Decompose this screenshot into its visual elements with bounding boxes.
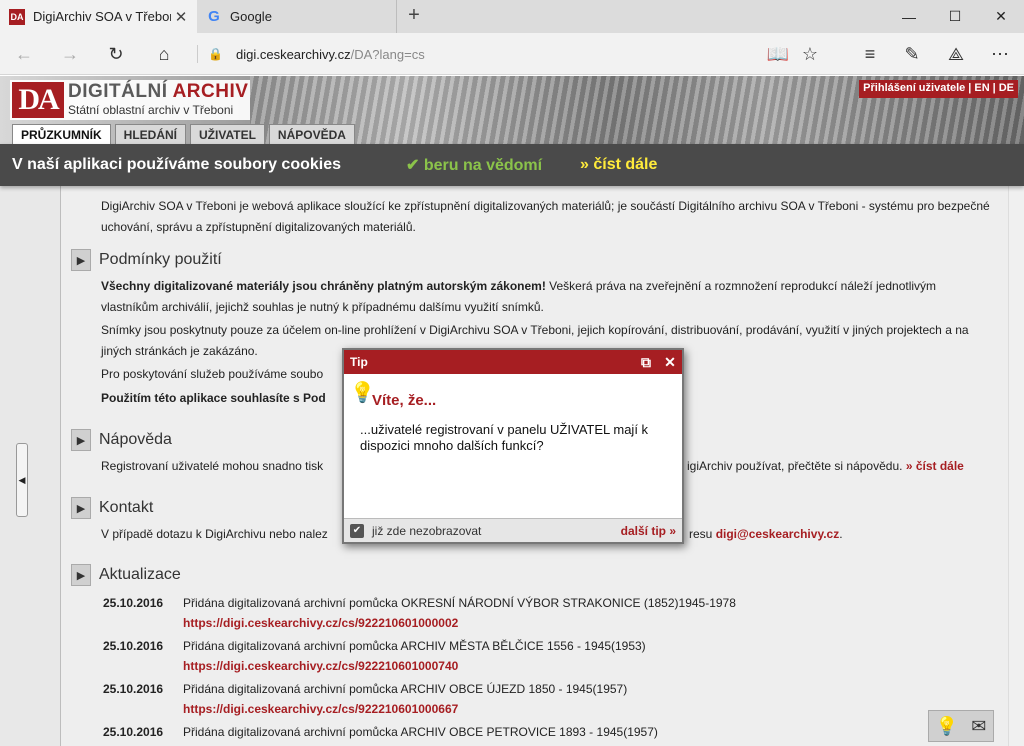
home-icon[interactable]: ⌂: [148, 38, 180, 70]
new-tab-button[interactable]: +: [402, 4, 426, 28]
update-date: 25.10.2016: [103, 596, 164, 610]
section-title: Aktualizace: [99, 566, 181, 583]
tab-pruzkumnik[interactable]: PRŮZKUMNÍK: [12, 124, 111, 144]
update-description: Přidána digitalizovaná archivní pomůcka …: [183, 639, 646, 653]
update-date: 25.10.2016: [103, 682, 164, 696]
tab-title: DigiArchiv SOA v Třeboni: [33, 9, 171, 24]
tip-dialog: Tip ⧉ ✕ 💡 Víte, že... ...uživatelé regis…: [342, 348, 684, 544]
contact-email-link[interactable]: digi@ceskearchivy.cz: [716, 527, 840, 541]
mail-icon[interactable]: ✉: [971, 716, 986, 737]
divider: [197, 45, 198, 63]
hub-icon[interactable]: ≡: [854, 38, 886, 70]
section-contact[interactable]: ▶ Kontakt: [71, 496, 153, 520]
tip-footer: ✔ již zde nezobrazovat další tip »: [344, 518, 682, 542]
section-updates[interactable]: ▶ Aktualizace: [71, 563, 181, 587]
page-scrollbar[interactable]: [1008, 186, 1024, 746]
cookie-accept-button[interactable]: ✔ beru na vědomí: [406, 155, 580, 175]
logo-word-a: DIGITÁLNÍ: [68, 81, 173, 102]
back-icon[interactable]: ←: [8, 38, 40, 70]
tip-text: ...uživatelé registrovaní v panelu UŽIVA…: [360, 422, 649, 453]
header-banner: DA DIGITÁLNÍ ARCHIV Státní oblastní arch…: [0, 76, 1024, 144]
cookie-bar: V naší aplikaci používáme soubory cookie…: [0, 144, 1024, 186]
update-link[interactable]: https://digi.ceskearchivy.cz/cs/92221060…: [183, 659, 458, 673]
browser-tab-bar: DA DigiArchiv SOA v Třeboni ✕ G Google +…: [0, 0, 1024, 33]
expand-arrow-icon: ▶: [71, 429, 91, 451]
update-link[interactable]: https://digi.ceskearchivy.cz/cs/92221060…: [183, 616, 458, 630]
separator: |: [992, 82, 996, 94]
lightbulb-tip-icon[interactable]: 💡: [936, 716, 958, 737]
tab-napoveda[interactable]: NÁPOVĚDA: [268, 124, 355, 144]
section-title: Podmínky použití: [99, 251, 222, 268]
tab-hledani[interactable]: HLEDÁNÍ: [114, 124, 187, 144]
section-terms[interactable]: ▶ Podmínky použití: [71, 248, 222, 272]
update-description: Přidána digitalizovaná archivní pomůcka …: [183, 596, 736, 610]
intro-text: DigiArchiv SOA v Třeboni je webová aplik…: [101, 199, 990, 234]
tip-body: 💡 Víte, že... ...uživatelé registrovaní …: [344, 374, 682, 518]
lang-en-link[interactable]: EN: [974, 82, 989, 96]
dont-show-checkbox[interactable]: ✔: [350, 523, 364, 538]
main-tabs: PRŮZKUMNÍK HLEDÁNÍ UŽIVATEL NÁPOVĚDA: [12, 124, 355, 144]
update-date: 25.10.2016: [103, 639, 164, 653]
expand-arrow-icon: ▶: [71, 249, 91, 271]
section-title: Nápověda: [99, 431, 172, 448]
cookie-message: V naší aplikaci používáme soubory cookie…: [12, 156, 342, 173]
minimize-icon[interactable]: —: [886, 0, 932, 33]
update-date: 25.10.2016: [103, 725, 164, 739]
update-description: Přidána digitalizovaná archivní pomůcka …: [183, 682, 628, 696]
login-link[interactable]: Přihlášení uživatele: [863, 82, 965, 96]
expand-arrow-icon: ▶: [71, 564, 91, 586]
section-help[interactable]: ▶ Nápověda: [71, 428, 172, 452]
browser-nav-bar: ← → ↻ ⌂ 🔒 digi.ceskearchivy.cz/DA?lang=c…: [0, 33, 1024, 75]
dont-show-label: již zde nezobrazovat: [372, 523, 482, 538]
address-path: /DA?lang=cs: [350, 46, 425, 62]
google-favicon-icon: G: [208, 8, 220, 25]
help-read-more-link[interactable]: » číst dále: [906, 459, 964, 473]
user-bar: Přihlášení uživatele | EN | DE: [859, 80, 1018, 98]
reading-view-icon[interactable]: 📖: [762, 38, 794, 70]
tab-uzivatel[interactable]: UŽIVATEL: [190, 124, 265, 144]
corner-tools: 💡 ✉: [928, 710, 994, 742]
maximize-icon[interactable]: ☐: [932, 0, 978, 33]
expand-arrow-icon: ▶: [71, 497, 91, 519]
share-icon[interactable]: ⟁: [940, 38, 972, 70]
section-title: Kontakt: [99, 499, 154, 516]
tip-title: Tip: [350, 355, 368, 369]
close-tab-icon[interactable]: ✕: [171, 8, 191, 26]
close-window-icon[interactable]: ✕: [978, 0, 1024, 33]
address-host: digi.ceskearchivy.cz: [236, 46, 351, 62]
lock-icon: 🔒: [208, 47, 223, 61]
refresh-icon[interactable]: ↻: [100, 38, 132, 70]
web-note-icon[interactable]: ✎: [896, 38, 928, 70]
browser-tab-google[interactable]: G Google: [197, 0, 397, 33]
detach-icon[interactable]: ⧉: [634, 354, 658, 371]
logo-subtitle: Státní oblastní archiv v Třeboni: [68, 103, 234, 117]
help-text-end: igiArchiv používat, přečtěte si nápovědu…: [687, 459, 964, 473]
address-bar[interactable]: 🔒 digi.ceskearchivy.cz/DA?lang=cs: [208, 42, 758, 66]
separator: |: [968, 82, 972, 94]
favorite-star-icon[interactable]: ☆: [794, 38, 826, 70]
cookie-read-more-link[interactable]: » číst dále: [580, 156, 657, 174]
terms-paragraph-1: Všechny digitalizované materiály jsou ch…: [101, 279, 937, 314]
tip-heading: Víte, že...: [372, 392, 437, 409]
digiarchiv-favicon-icon: DA: [9, 8, 25, 25]
side-panel-toggle[interactable]: ◀: [16, 443, 28, 517]
contact-text-end: resu digi@ceskearchivy.cz.: [689, 527, 843, 541]
browser-tab-digiarchiv[interactable]: DA DigiArchiv SOA v Třeboni ✕: [0, 0, 197, 33]
more-icon[interactable]: ⋯: [984, 38, 1016, 70]
update-link[interactable]: https://digi.ceskearchivy.cz/cs/92221060…: [183, 702, 458, 716]
forward-icon[interactable]: →: [54, 38, 86, 70]
logo-mark: DA: [12, 82, 64, 118]
next-tip-button[interactable]: další tip »: [621, 524, 676, 538]
lang-de-link[interactable]: DE: [999, 82, 1014, 96]
logo-word-b: ARCHIV: [172, 81, 249, 102]
tab-title: Google: [230, 9, 272, 24]
site-logo[interactable]: DA DIGITÁLNÍ ARCHIV Státní oblastní arch…: [10, 80, 250, 120]
close-icon[interactable]: ✕: [658, 354, 682, 371]
update-description: Přidána digitalizovaná archivní pomůcka …: [183, 725, 658, 739]
terms-warning: Všechny digitalizované materiály jsou ch…: [101, 279, 546, 293]
tip-header: Tip ⧉ ✕: [344, 350, 682, 374]
